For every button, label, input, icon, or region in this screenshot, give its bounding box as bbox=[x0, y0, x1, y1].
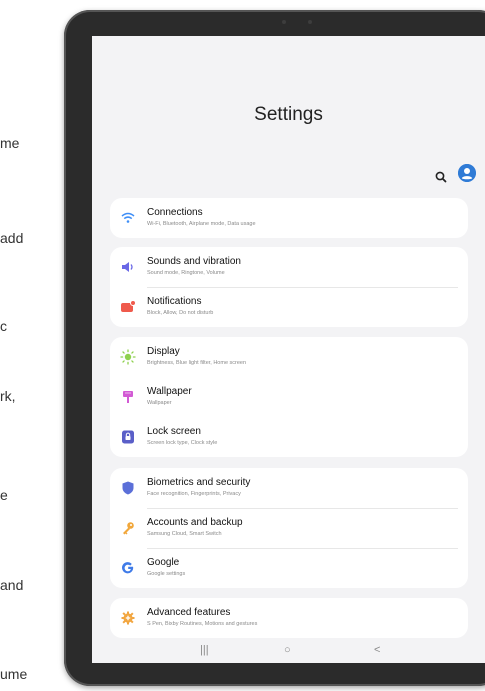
edge-text-6: and bbox=[0, 577, 24, 593]
google-icon bbox=[122, 562, 134, 574]
settings-item-google[interactable]: Google Google settings bbox=[110, 548, 468, 588]
edge-text-7: ume bbox=[0, 666, 28, 682]
back-button[interactable]: < bbox=[374, 644, 380, 656]
settings-item-subtitle: Sound mode, Ringtone, Volume bbox=[147, 270, 225, 276]
settings-screen: Settings Connections Wi-Fi, Bluetooth, A… bbox=[92, 36, 485, 663]
settings-item-label: Biometrics and security bbox=[147, 477, 251, 488]
edge-text-2: add bbox=[0, 230, 24, 246]
wallpaper-icon bbox=[123, 391, 133, 403]
settings-item-label: Advanced features bbox=[147, 607, 231, 618]
settings-item-display[interactable]: Display Brightness, Blue light filter, H… bbox=[110, 337, 468, 377]
settings-item-subtitle: Screen lock type, Clock style bbox=[147, 440, 218, 446]
wifi-icon bbox=[121, 212, 135, 223]
settings-item-label: Wallpaper bbox=[147, 386, 192, 397]
settings-item-label: Accounts and backup bbox=[147, 517, 243, 528]
edge-text-3: c bbox=[0, 318, 7, 334]
recents-button[interactable]: ||| bbox=[200, 644, 209, 656]
gear-plus-icon bbox=[121, 611, 135, 625]
edge-text-1: me bbox=[0, 135, 20, 151]
notification-icon bbox=[121, 300, 136, 312]
settings-group-security: Biometrics and security Face recognition… bbox=[110, 468, 468, 588]
camera-dot bbox=[282, 20, 286, 24]
volume-icon bbox=[122, 262, 133, 272]
settings-item-wallpaper[interactable]: Wallpaper Wallpaper bbox=[110, 377, 468, 417]
settings-item-subtitle: Wallpaper bbox=[147, 400, 172, 406]
navigation-bar: ||| ○ < bbox=[92, 639, 485, 663]
settings-item-accounts[interactable]: Accounts and backup Samsung Cloud, Smart… bbox=[110, 508, 468, 548]
settings-item-notifications[interactable]: Notifications Block, Allow, Do not distu… bbox=[110, 287, 468, 327]
settings-item-advanced-features[interactable]: Advanced features S Pen, Bixby Routines,… bbox=[110, 598, 468, 638]
settings-item-subtitle: Block, Allow, Do not disturb bbox=[147, 310, 214, 316]
settings-item-biometrics[interactable]: Biometrics and security Face recognition… bbox=[110, 468, 468, 508]
settings-item-connections[interactable]: Connections Wi-Fi, Bluetooth, Airplane m… bbox=[110, 198, 468, 238]
home-button[interactable]: ○ bbox=[284, 644, 291, 656]
settings-group-sounds: Sounds and vibration Sound mode, Rington… bbox=[110, 247, 468, 327]
settings-group-display: Display Brightness, Blue light filter, H… bbox=[110, 337, 468, 457]
profile-avatar-icon[interactable] bbox=[458, 164, 476, 182]
settings-item-lock-screen[interactable]: Lock screen Screen lock type, Clock styl… bbox=[110, 417, 468, 457]
settings-item-label: Google bbox=[147, 557, 180, 568]
settings-item-label: Display bbox=[147, 346, 180, 357]
key-icon bbox=[123, 522, 134, 535]
shield-icon bbox=[122, 481, 134, 495]
page-title: Settings bbox=[254, 104, 323, 125]
settings-item-subtitle: Face recognition, Fingerprints, Privacy bbox=[147, 491, 241, 497]
display-icon bbox=[120, 349, 136, 365]
settings-item-subtitle: Wi-Fi, Bluetooth, Airplane mode, Data us… bbox=[147, 221, 256, 227]
settings-item-label: Lock screen bbox=[147, 426, 201, 437]
settings-item-label: Sounds and vibration bbox=[147, 256, 241, 267]
settings-item-subtitle: Brightness, Blue light filter, Home scre… bbox=[147, 360, 247, 366]
settings-item-label: Notifications bbox=[147, 296, 202, 307]
settings-item-subtitle: Google settings bbox=[147, 571, 186, 577]
sensor-dot bbox=[308, 20, 312, 24]
lock-icon bbox=[122, 430, 134, 444]
settings-item-subtitle: S Pen, Bixby Routines, Motions and gestu… bbox=[147, 621, 258, 627]
settings-item-label: Connections bbox=[147, 207, 203, 218]
edge-text-4: rk, bbox=[0, 388, 16, 404]
search-icon[interactable] bbox=[434, 170, 448, 184]
settings-group-connections: Connections Wi-Fi, Bluetooth, Airplane m… bbox=[110, 198, 468, 238]
settings-group-advanced: Advanced features S Pen, Bixby Routines,… bbox=[110, 598, 468, 638]
settings-item-subtitle: Samsung Cloud, Smart Switch bbox=[147, 531, 222, 537]
settings-item-sounds[interactable]: Sounds and vibration Sound mode, Rington… bbox=[110, 247, 468, 287]
edge-text-5: e bbox=[0, 487, 8, 503]
